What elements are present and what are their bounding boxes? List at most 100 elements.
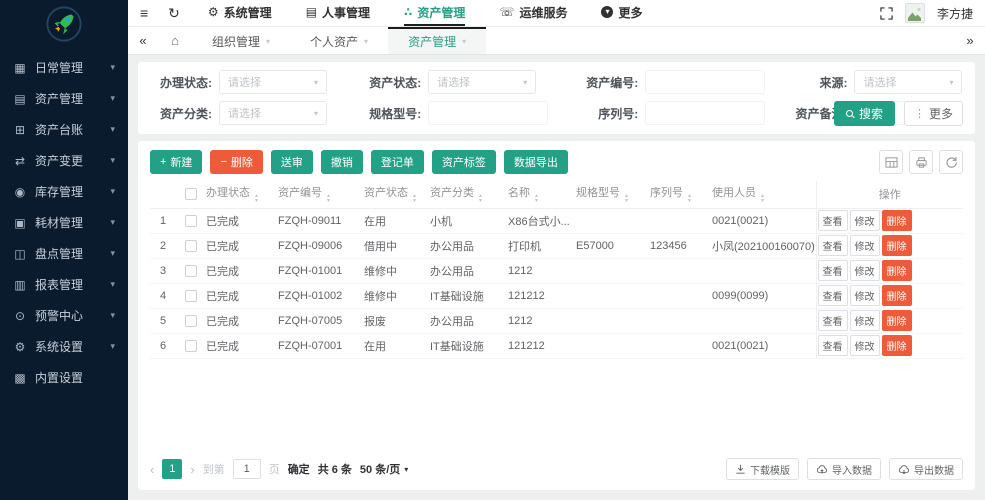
page-tab-org-mgmt[interactable]: 组织管理▾ [192, 27, 290, 54]
sidebar-item-asset-ledger[interactable]: ⊞资产台账▾ [0, 114, 128, 145]
export-data-button[interactable]: 导出数据 [889, 458, 963, 480]
row-checkbox[interactable] [185, 215, 197, 227]
register-form-button[interactable]: 登记单 [371, 150, 424, 174]
view-button[interactable]: 查看 [818, 210, 848, 231]
download-template-button[interactable]: 下载模版 [726, 458, 799, 480]
refresh-icon[interactable]: ↻ [168, 6, 180, 20]
source-select[interactable]: 请选择▾ [854, 70, 962, 94]
sort-icon[interactable] [254, 194, 259, 204]
sidebar-item-asset-change[interactable]: ⇄资产变更▾ [0, 145, 128, 176]
sidebar-item-consumable-mgmt[interactable]: ▣耗材管理▾ [0, 207, 128, 238]
printer-icon[interactable] [909, 150, 933, 174]
delete-row-button[interactable]: 删除 [882, 260, 912, 281]
edit-button[interactable]: 修改 [850, 235, 880, 256]
sidebar-item-builtin-settings[interactable]: ▩内置设置 [0, 362, 128, 393]
page-number-button[interactable]: 1 [162, 459, 182, 479]
delete-row-button[interactable]: 删除 [882, 285, 912, 306]
model-input[interactable] [428, 101, 548, 125]
data-export-button[interactable]: 数据导出 [504, 150, 568, 174]
sort-icon[interactable] [624, 194, 629, 204]
edit-button[interactable]: 修改 [850, 260, 880, 281]
menu-collapse-icon[interactable]: ≡ [140, 6, 148, 20]
edit-button[interactable]: 修改 [850, 285, 880, 306]
edit-button[interactable]: 修改 [850, 210, 880, 231]
asset-status-select[interactable]: 请选择▾ [428, 70, 536, 94]
col-header-asset-code[interactable]: 资产编号 [278, 181, 364, 208]
sidebar-item-inventory-mgmt[interactable]: ◉库存管理▾ [0, 176, 128, 207]
col-header-process-status[interactable]: 办理状态 [206, 181, 278, 208]
sort-icon[interactable] [760, 194, 765, 204]
cell-model [576, 283, 650, 308]
double-chevron-left-icon[interactable]: « [128, 27, 158, 54]
select-all-checkbox[interactable] [185, 188, 197, 200]
sort-icon[interactable] [534, 194, 539, 204]
delete-row-button[interactable]: 删除 [882, 210, 912, 231]
refresh-icon[interactable] [939, 150, 963, 174]
confirm-button[interactable]: 确定 [288, 461, 310, 477]
sort-icon[interactable] [687, 194, 692, 204]
col-header-asset-state[interactable]: 资产状态 [364, 181, 430, 208]
row-checkbox[interactable] [185, 315, 197, 327]
asset-category-select[interactable]: 请选择▾ [219, 101, 327, 125]
col-header-user[interactable]: 使用人员 [712, 181, 816, 208]
sidebar-item-stocktake-mgmt[interactable]: ◫盘点管理▾ [0, 238, 128, 269]
col-header-category[interactable]: 资产分类 [430, 181, 508, 208]
delete-row-button[interactable]: 删除 [882, 235, 912, 256]
delete-button[interactable]: −删除 [210, 150, 262, 174]
sidebar-item-asset-mgmt[interactable]: ▤资产管理▾ [0, 83, 128, 114]
nav-tab-asset-mgmt[interactable]: ∴资产管理 [404, 0, 465, 26]
view-button[interactable]: 查看 [818, 285, 848, 306]
nav-tab-system-mgmt[interactable]: ⚙系统管理 [208, 0, 272, 26]
column-grid-icon[interactable] [879, 150, 903, 174]
submit-review-button[interactable]: 送审 [271, 150, 313, 174]
share-nodes-icon: ∴ [404, 5, 412, 19]
sidebar-item-system-settings[interactable]: ⚙系统设置▾ [0, 331, 128, 362]
goto-page-input[interactable] [233, 459, 261, 479]
user-avatar[interactable] [905, 3, 925, 23]
import-data-button[interactable]: 导入数据 [807, 458, 881, 480]
edit-button[interactable]: 修改 [850, 310, 880, 331]
user-name[interactable]: 李方捷 [937, 5, 973, 22]
process-status-select[interactable]: 请选择▾ [219, 70, 327, 94]
home-icon[interactable]: ⌂ [158, 27, 192, 54]
view-button[interactable]: 查看 [818, 260, 848, 281]
row-checkbox[interactable] [185, 290, 197, 302]
view-button[interactable]: 查看 [818, 310, 848, 331]
sidebar-item-report-mgmt[interactable]: ▥报表管理▾ [0, 269, 128, 300]
sidebar-item-daily-mgmt[interactable]: ▦日常管理▾ [0, 52, 128, 83]
consumable-icon: ▣ [13, 216, 27, 230]
row-checkbox[interactable] [185, 265, 197, 277]
nav-tab-more[interactable]: ▾更多 [601, 0, 642, 26]
nav-tab-ops-service[interactable]: ☏运维服务 [499, 0, 567, 26]
page-tab-asset-mgmt[interactable]: 资产管理▾ [388, 27, 486, 54]
search-button[interactable]: 搜索 [834, 101, 895, 126]
col-header-name[interactable]: 名称 [508, 181, 576, 208]
page-tab-personal-asset[interactable]: 个人资产▾ [290, 27, 388, 54]
next-page-icon[interactable]: › [190, 462, 194, 477]
sort-icon[interactable] [478, 194, 483, 204]
prev-page-icon[interactable]: ‹ [150, 462, 154, 477]
delete-row-button[interactable]: 删除 [882, 335, 912, 356]
asset-code-input[interactable] [645, 70, 765, 94]
sort-icon[interactable] [412, 194, 417, 204]
serial-input[interactable] [645, 101, 765, 125]
col-header-model[interactable]: 规格型号 [576, 181, 650, 208]
fullscreen-icon[interactable] [880, 7, 893, 20]
asset-label-button[interactable]: 资产标签 [432, 150, 496, 174]
delete-row-button[interactable]: 删除 [882, 310, 912, 331]
create-button[interactable]: +新建 [150, 150, 202, 174]
view-button[interactable]: 查看 [818, 335, 848, 356]
nav-tab-hr-mgmt[interactable]: ▤人事管理 [306, 0, 370, 26]
sidebar-item-alert-center[interactable]: ⊙预警中心▾ [0, 300, 128, 331]
revoke-button[interactable]: 撤销 [321, 150, 363, 174]
edit-button[interactable]: 修改 [850, 335, 880, 356]
row-checkbox[interactable] [185, 340, 197, 352]
page-size-select[interactable]: 50 条/页▾ [360, 461, 408, 477]
double-chevron-right-icon[interactable]: » [955, 27, 985, 54]
row-checkbox[interactable] [185, 240, 197, 252]
sort-icon[interactable] [326, 194, 331, 204]
cell-model [576, 308, 650, 333]
col-header-serial[interactable]: 序列号 [650, 181, 712, 208]
view-button[interactable]: 查看 [818, 235, 848, 256]
more-filters-button[interactable]: ⋮更多 [904, 101, 963, 126]
